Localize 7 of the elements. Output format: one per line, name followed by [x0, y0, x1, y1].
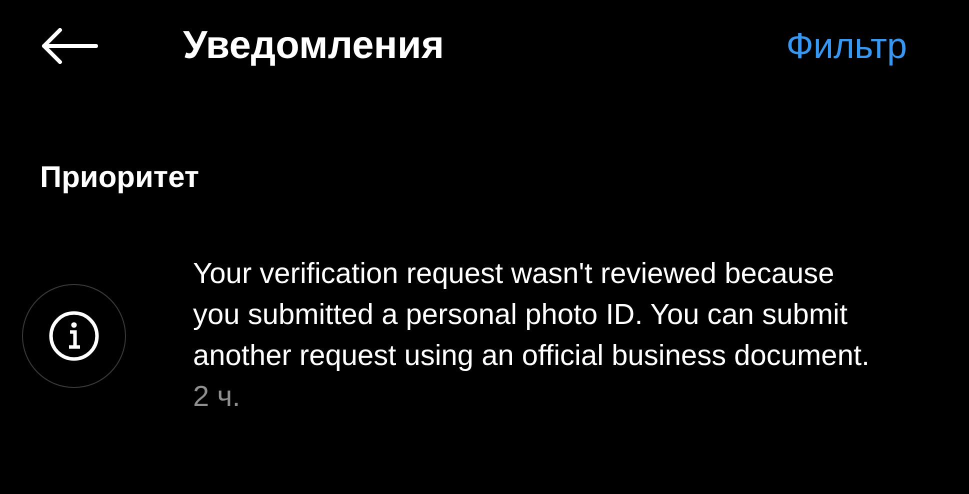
notification-text: Your verification request wasn't reviewed because you submitted a personal photo ID. You can submit another request using an official business document. 2 ч. — [193, 257, 871, 415]
page-title: Уведомления — [183, 22, 444, 69]
section-title: Приоритет — [40, 160, 200, 196]
info-icon — [22, 284, 126, 388]
filter-link[interactable]: Фильтр — [786, 19, 907, 73]
back-button[interactable] — [40, 26, 100, 66]
back-arrow-icon — [40, 28, 98, 64]
